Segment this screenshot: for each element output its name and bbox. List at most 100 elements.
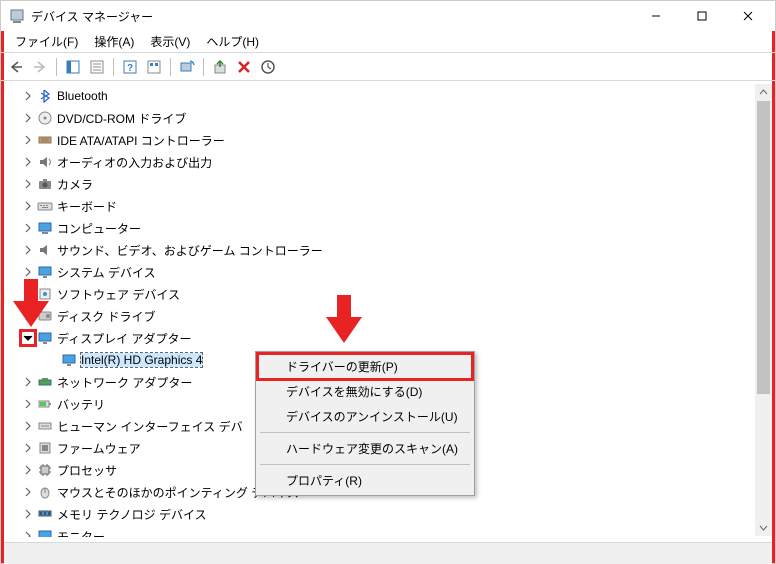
toolbar-show-hide[interactable] [62,56,84,78]
node-camera[interactable]: カメラ [5,173,775,195]
node-software[interactable]: ソフトウェア デバイス [5,283,775,305]
toolbar-properties-sheet[interactable] [86,56,108,78]
svg-text:?: ? [127,63,133,74]
node-computer[interactable]: コンピューター [5,217,775,239]
processor-icon [37,462,53,478]
chevron-right-icon[interactable] [21,199,35,213]
node-label: ディスプレイ アダプター [57,330,192,347]
network-icon [37,374,53,390]
cm-separator [260,432,470,433]
node-audio[interactable]: オーディオの入力および出力 [5,151,775,173]
menu-file[interactable]: ファイル(F) [7,31,86,52]
close-button[interactable] [725,1,771,31]
chevron-right-icon[interactable] [21,265,35,279]
cm-properties[interactable]: プロパティ(R) [258,468,472,493]
node-label: ファームウェア [57,440,141,457]
node-label: プロセッサ [57,462,117,479]
node-label: DVD/CD-ROM ドライブ [57,110,186,127]
node-label: システム デバイス [57,264,156,281]
toolbar-disable[interactable] [257,56,279,78]
chevron-right-icon[interactable] [21,221,35,235]
toolbar-uninstall[interactable] [233,56,255,78]
node-sound[interactable]: サウンド、ビデオ、およびゲーム コントローラー [5,239,775,261]
monitor-icon [37,528,53,537]
toolbar-help[interactable]: ? [119,56,141,78]
chevron-right-icon[interactable] [21,243,35,257]
chevron-right-icon[interactable] [21,177,35,191]
toolbar-forward[interactable] [29,56,51,78]
minimize-button[interactable] [633,1,679,31]
system-icon [37,264,53,280]
node-label: キーボード [57,198,117,215]
chevron-right-icon[interactable] [21,309,35,323]
status-bar [4,542,772,564]
menu-help[interactable]: ヘルプ(H) [198,31,267,52]
toolbar-scan[interactable] [176,56,198,78]
menu-action[interactable]: 操作(A) [86,31,142,52]
hid-icon [37,418,53,434]
chevron-right-icon[interactable] [21,89,35,103]
toolbar-update-driver[interactable] [209,56,231,78]
node-label: サウンド、ビデオ、およびゲーム コントローラー [57,242,323,259]
node-monitor[interactable]: モニター [5,525,775,537]
toolbar-back[interactable] [5,56,27,78]
node-label: カメラ [57,176,93,193]
cm-separator [260,464,470,465]
window-title: デバイス マネージャー [31,8,633,25]
node-label: コンピューター [57,220,141,237]
chevron-right-icon[interactable] [21,133,35,147]
scroll-down-icon[interactable] [755,519,772,536]
chevron-right-icon[interactable] [21,529,35,537]
node-system[interactable]: システム デバイス [5,261,775,283]
disk-icon [37,308,53,324]
chevron-right-icon[interactable] [21,111,35,125]
node-dvd[interactable]: DVD/CD-ROM ドライブ [5,107,775,129]
node-display[interactable]: ディスプレイ アダプター [5,327,775,349]
node-label: ディスク ドライブ [57,308,156,325]
audio-icon [37,154,53,170]
cm-update-driver[interactable]: ドライバーの更新(P) [258,354,472,379]
memory-icon [37,506,53,522]
chevron-right-icon[interactable] [21,507,35,521]
node-disk[interactable]: ディスク ドライブ [5,305,775,327]
chevron-right-icon[interactable] [21,441,35,455]
firmware-icon [37,440,53,456]
dvd-icon [37,110,53,126]
chevron-right-icon[interactable] [21,155,35,169]
node-label: メモリ テクノロジ デバイス [57,506,207,523]
sound-icon [37,242,53,258]
node-label: Intel(R) HD Graphics 4 [81,353,202,367]
chevron-right-icon[interactable] [21,397,35,411]
app-icon [9,8,25,24]
chevron-right-icon[interactable] [21,419,35,433]
node-label: バッテリ [57,396,105,413]
display-icon [37,330,53,346]
chevron-right-icon[interactable] [21,463,35,477]
cm-disable-device[interactable]: デバイスを無効にする(D) [258,379,472,404]
chevron-down-icon[interactable] [21,331,35,345]
chevron-right-icon[interactable] [21,375,35,389]
node-ide[interactable]: IDE ATA/ATAPI コントローラー [5,129,775,151]
node-memory[interactable]: メモリ テクノロジ デバイス [5,503,775,525]
scroll-up-icon[interactable] [755,84,772,101]
display-icon [61,352,77,368]
mouse-icon [37,484,53,500]
chevron-right-icon[interactable] [21,485,35,499]
ide-icon [37,132,53,148]
camera-icon [37,176,53,192]
node-bluetooth[interactable]: Bluetooth [5,85,775,107]
scroll-thumb[interactable] [757,101,770,394]
node-keyboard[interactable]: キーボード [5,195,775,217]
menu-view[interactable]: 表示(V) [142,31,198,52]
toolbar-action[interactable] [143,56,165,78]
cm-scan-hardware[interactable]: ハードウェア変更のスキャン(A) [258,436,472,461]
cm-uninstall-device[interactable]: デバイスのアンインストール(U) [258,404,472,429]
node-label: ヒューマン インターフェイス デバ [57,418,243,435]
node-label: IDE ATA/ATAPI コントローラー [57,132,225,149]
vertical-scrollbar[interactable] [755,84,772,536]
maximize-button[interactable] [679,1,725,31]
chevron-right-icon[interactable] [21,287,35,301]
battery-icon [37,396,53,412]
node-label: ネットワーク アダプター [57,374,192,391]
node-label: モニター [57,528,105,538]
